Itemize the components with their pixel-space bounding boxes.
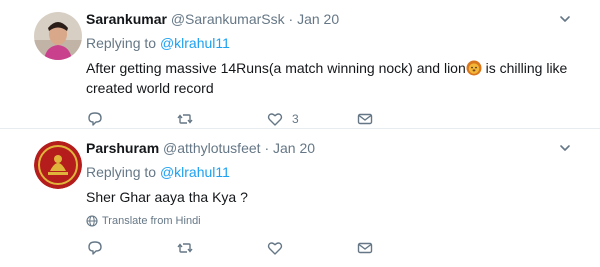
envelope-icon: [357, 113, 373, 125]
tweet-text: Sher Ghar aaya tha Kya ?: [86, 189, 248, 205]
message-button[interactable]: [356, 239, 446, 257]
chevron-down-icon[interactable]: [558, 12, 572, 26]
tweet-actions: [86, 239, 586, 257]
timestamp[interactable]: Jan 20: [273, 140, 315, 156]
replying-to: Replying to @klrahul11: [86, 34, 586, 52]
mention-link[interactable]: @klrahul11: [160, 35, 230, 51]
avatar[interactable]: [34, 141, 82, 189]
reply-icon: [88, 241, 102, 255]
timestamp[interactable]: Jan 20: [297, 11, 339, 27]
separator: ·: [288, 11, 294, 27]
reply-button[interactable]: [86, 110, 176, 128]
tweet-header: Parshuram @atthylotusfeet · Jan 20: [86, 139, 586, 157]
translate-link[interactable]: Translate from Hindi: [86, 215, 586, 227]
like-button[interactable]: [266, 239, 356, 257]
reply-button[interactable]: [86, 239, 176, 257]
translate-label: Translate from Hindi: [102, 215, 201, 227]
mention-link[interactable]: @klrahul11: [160, 164, 230, 180]
tweet: Parshuram @atthylotusfeet · Jan 20 Reply…: [0, 128, 600, 267]
lion-face-emoji-icon: [466, 60, 482, 76]
avatar[interactable]: [34, 12, 82, 60]
tweet-header: Sarankumar @SarankumarSsk · Jan 20: [86, 10, 586, 28]
tweet-text-part: After getting massive 14Runs(a match win…: [86, 60, 466, 76]
chevron-down-icon[interactable]: [558, 141, 572, 155]
envelope-icon: [357, 242, 373, 254]
heart-icon: [267, 242, 283, 255]
message-button[interactable]: [356, 110, 446, 128]
globe-icon: [86, 215, 98, 227]
replying-to: Replying to @klrahul11: [86, 163, 586, 181]
retweet-icon: [177, 243, 193, 253]
reply-icon: [88, 112, 102, 126]
retweet-button[interactable]: [176, 110, 266, 128]
replying-prefix: Replying to: [86, 164, 157, 180]
like-button[interactable]: 3: [266, 110, 356, 128]
retweet-icon: [177, 114, 193, 124]
like-count: 3: [292, 112, 299, 126]
tweet-text: After getting massive 14Runs(a match win…: [86, 58, 576, 98]
separator: ·: [264, 140, 270, 156]
tweet-actions: 3: [86, 110, 586, 128]
heart-icon: [267, 113, 283, 126]
display-name[interactable]: Sarankumar: [86, 11, 167, 27]
user-handle[interactable]: @atthylotusfeet: [163, 140, 261, 156]
retweet-button[interactable]: [176, 239, 266, 257]
display-name[interactable]: Parshuram: [86, 140, 159, 156]
user-handle[interactable]: @SarankumarSsk: [171, 11, 285, 27]
replying-prefix: Replying to: [86, 35, 157, 51]
tweet: Sarankumar @SarankumarSsk · Jan 20 Reply…: [0, 0, 600, 128]
